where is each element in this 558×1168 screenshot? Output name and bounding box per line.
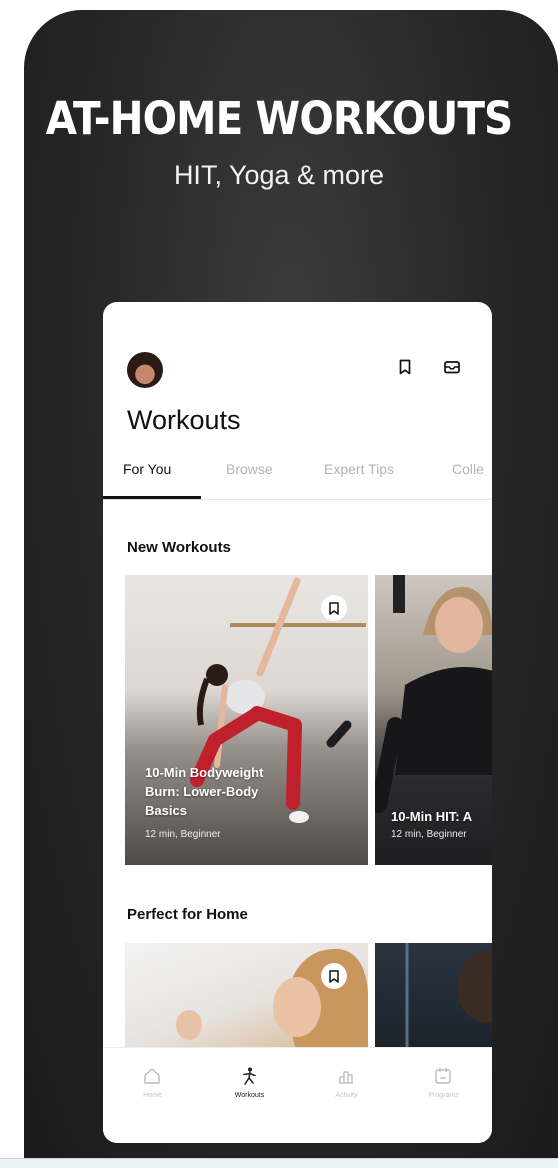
workout-photo [405, 943, 492, 1047]
tab-collections[interactable]: Colle [452, 461, 484, 477]
page-title: Workouts [127, 405, 241, 435]
nav-item-programs[interactable]: Programs [395, 1048, 492, 1143]
calendar-icon [435, 1067, 451, 1084]
workout-card[interactable]: 10-Min Bodyweight Burn: Lower-Body Basic… [125, 575, 368, 865]
workout-photo [176, 948, 368, 1047]
promo-subheadline: HIT, Yoga & more [173, 160, 385, 190]
bookmark-icon[interactable] [396, 358, 414, 376]
nav-item-activity[interactable]: Activity [298, 1048, 395, 1143]
tab-browse[interactable]: Browse [226, 461, 273, 477]
bar-chart-icon [339, 1071, 353, 1084]
card-title: 10-Min Bodyweight Burn: Lower-Body Basic… [145, 763, 263, 820]
tab-expert-tips[interactable]: Expert Tips [324, 461, 394, 477]
avatar[interactable] [127, 352, 163, 388]
bottom-nav: Home Workouts Activity Programs [103, 1047, 492, 1143]
home-icon [144, 1068, 160, 1084]
nav-label: Home [143, 1092, 162, 1099]
card-title-line: 10-Min HIT: A [391, 809, 473, 824]
bookmark-icon [329, 969, 339, 983]
card-meta: 12 min, Beginner [145, 829, 221, 840]
workout-card[interactable]: 10-Min HIT: A 12 min, Beginner [375, 575, 492, 865]
card-bookmark-button[interactable] [321, 963, 347, 989]
bookmark-icon [329, 601, 339, 615]
promo-headline: AT-HOME WORKOUTS [45, 92, 514, 145]
section-title-new-workouts: New Workouts [127, 539, 231, 556]
inbox-icon[interactable] [443, 358, 461, 376]
card-meta: 12 min, Beginner [391, 829, 467, 840]
nav-label: Programs [428, 1092, 459, 1099]
tab-for-you[interactable]: For You [123, 461, 171, 477]
nav-label: Activity [335, 1092, 358, 1099]
runner-icon [243, 1067, 256, 1085]
card-title-line: Burn: Lower-Body [145, 784, 259, 799]
card-title: 10-Min HIT: A [391, 807, 472, 826]
card-bookmark-button[interactable] [321, 595, 347, 621]
workout-card[interactable] [375, 943, 492, 1047]
phone-screen: Workouts For You Browse Expert Tips Coll… [103, 302, 492, 1143]
nav-item-workouts[interactable]: Workouts [201, 1048, 298, 1143]
nav-label: Workouts [234, 1092, 265, 1099]
workout-card[interactable] [125, 943, 368, 1047]
section-title-perfect-for-home: Perfect for Home [127, 906, 248, 923]
card-title-line: 10-Min Bodyweight [145, 765, 264, 780]
nav-item-home[interactable]: Home [104, 1048, 201, 1143]
card-title-line: Basics [145, 803, 187, 818]
tab-bar: For You Browse Expert Tips Colle [103, 459, 492, 500]
active-tab-indicator [103, 496, 201, 499]
